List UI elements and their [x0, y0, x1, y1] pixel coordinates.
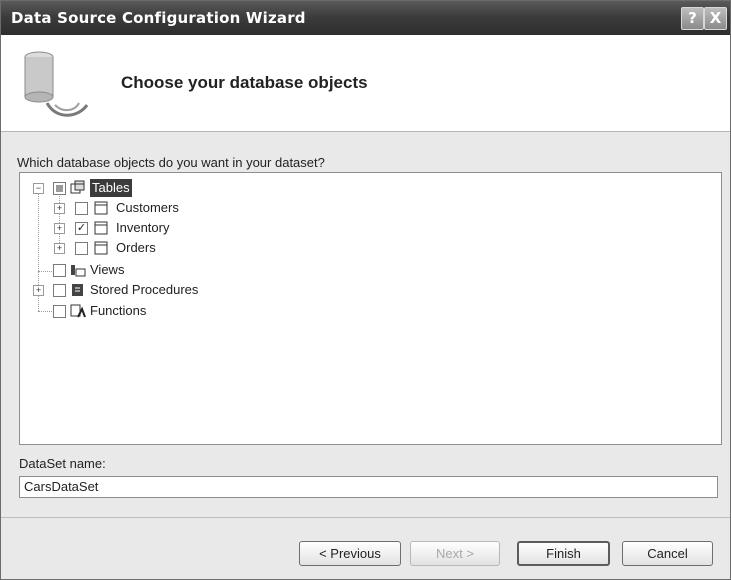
tree-label-functions: Functions: [90, 303, 147, 318]
dataset-name-input[interactable]: CarsDataSet: [19, 476, 718, 498]
expand-icon[interactable]: +: [54, 223, 65, 234]
tree-node-orders[interactable]: + Orders: [20, 239, 220, 257]
tree-label-customers: Customers: [116, 200, 179, 215]
tree-label-stored-procedures: Stored Procedures: [90, 282, 199, 297]
dataset-name-label: DataSet name:: [19, 456, 106, 471]
title-bar: Data Source Configuration Wizard ? X: [1, 1, 730, 35]
tree-node-customers[interactable]: + Customers: [20, 199, 220, 217]
table-icon: [94, 201, 108, 215]
database-objects-tree[interactable]: − Tables + Customers + ✓ Inventory + Ord…: [19, 172, 722, 445]
table-icon: [94, 241, 108, 255]
tree-label-orders: Orders: [116, 240, 156, 255]
page-title: Choose your database objects: [121, 73, 368, 92]
close-icon: X: [709, 9, 722, 27]
expand-icon[interactable]: +: [33, 285, 44, 296]
orders-checkbox[interactable]: [75, 242, 88, 255]
tree-label-inventory: Inventory: [116, 220, 170, 235]
tables-icon: [70, 180, 85, 194]
objects-prompt: Which database objects do you want in yo…: [17, 155, 325, 170]
tree-node-views[interactable]: Views: [20, 261, 220, 279]
functions-checkbox[interactable]: [53, 305, 66, 318]
close-button[interactable]: X: [704, 7, 727, 30]
help-icon: ?: [688, 9, 697, 27]
footer-divider: [1, 517, 730, 518]
stored-procedures-icon: [72, 284, 83, 296]
next-button[interactable]: Next >: [410, 541, 500, 566]
customers-checkbox[interactable]: [75, 202, 88, 215]
functions-icon: [70, 304, 86, 318]
expand-icon[interactable]: +: [54, 203, 65, 214]
window-title: Data Source Configuration Wizard: [11, 9, 306, 27]
tree-node-tables[interactable]: − Tables: [20, 179, 220, 197]
help-button[interactable]: ?: [681, 7, 704, 30]
tree-node-functions[interactable]: Functions: [20, 302, 220, 320]
inventory-checkbox[interactable]: ✓: [75, 222, 88, 235]
cancel-button[interactable]: Cancel: [622, 541, 713, 566]
previous-button[interactable]: < Previous: [299, 541, 401, 566]
views-checkbox[interactable]: [53, 264, 66, 277]
database-icon: [24, 51, 89, 117]
tree-node-inventory[interactable]: + ✓ Inventory: [20, 219, 220, 237]
tree-label-tables: Tables: [90, 179, 132, 197]
finish-button[interactable]: Finish: [517, 541, 610, 566]
wizard-header: Choose your database objects: [1, 35, 730, 132]
views-icon: [71, 265, 86, 277]
wizard-window: Data Source Configuration Wizard ? X Cho…: [0, 0, 731, 580]
stored-procedures-checkbox[interactable]: [53, 284, 66, 297]
tables-checkbox[interactable]: [53, 182, 66, 195]
tree-label-views: Views: [90, 262, 125, 277]
tree-node-stored-procedures[interactable]: + Stored Procedures: [20, 281, 240, 299]
table-icon: [94, 221, 108, 235]
expand-icon[interactable]: +: [54, 243, 65, 254]
collapse-icon[interactable]: −: [33, 183, 44, 194]
